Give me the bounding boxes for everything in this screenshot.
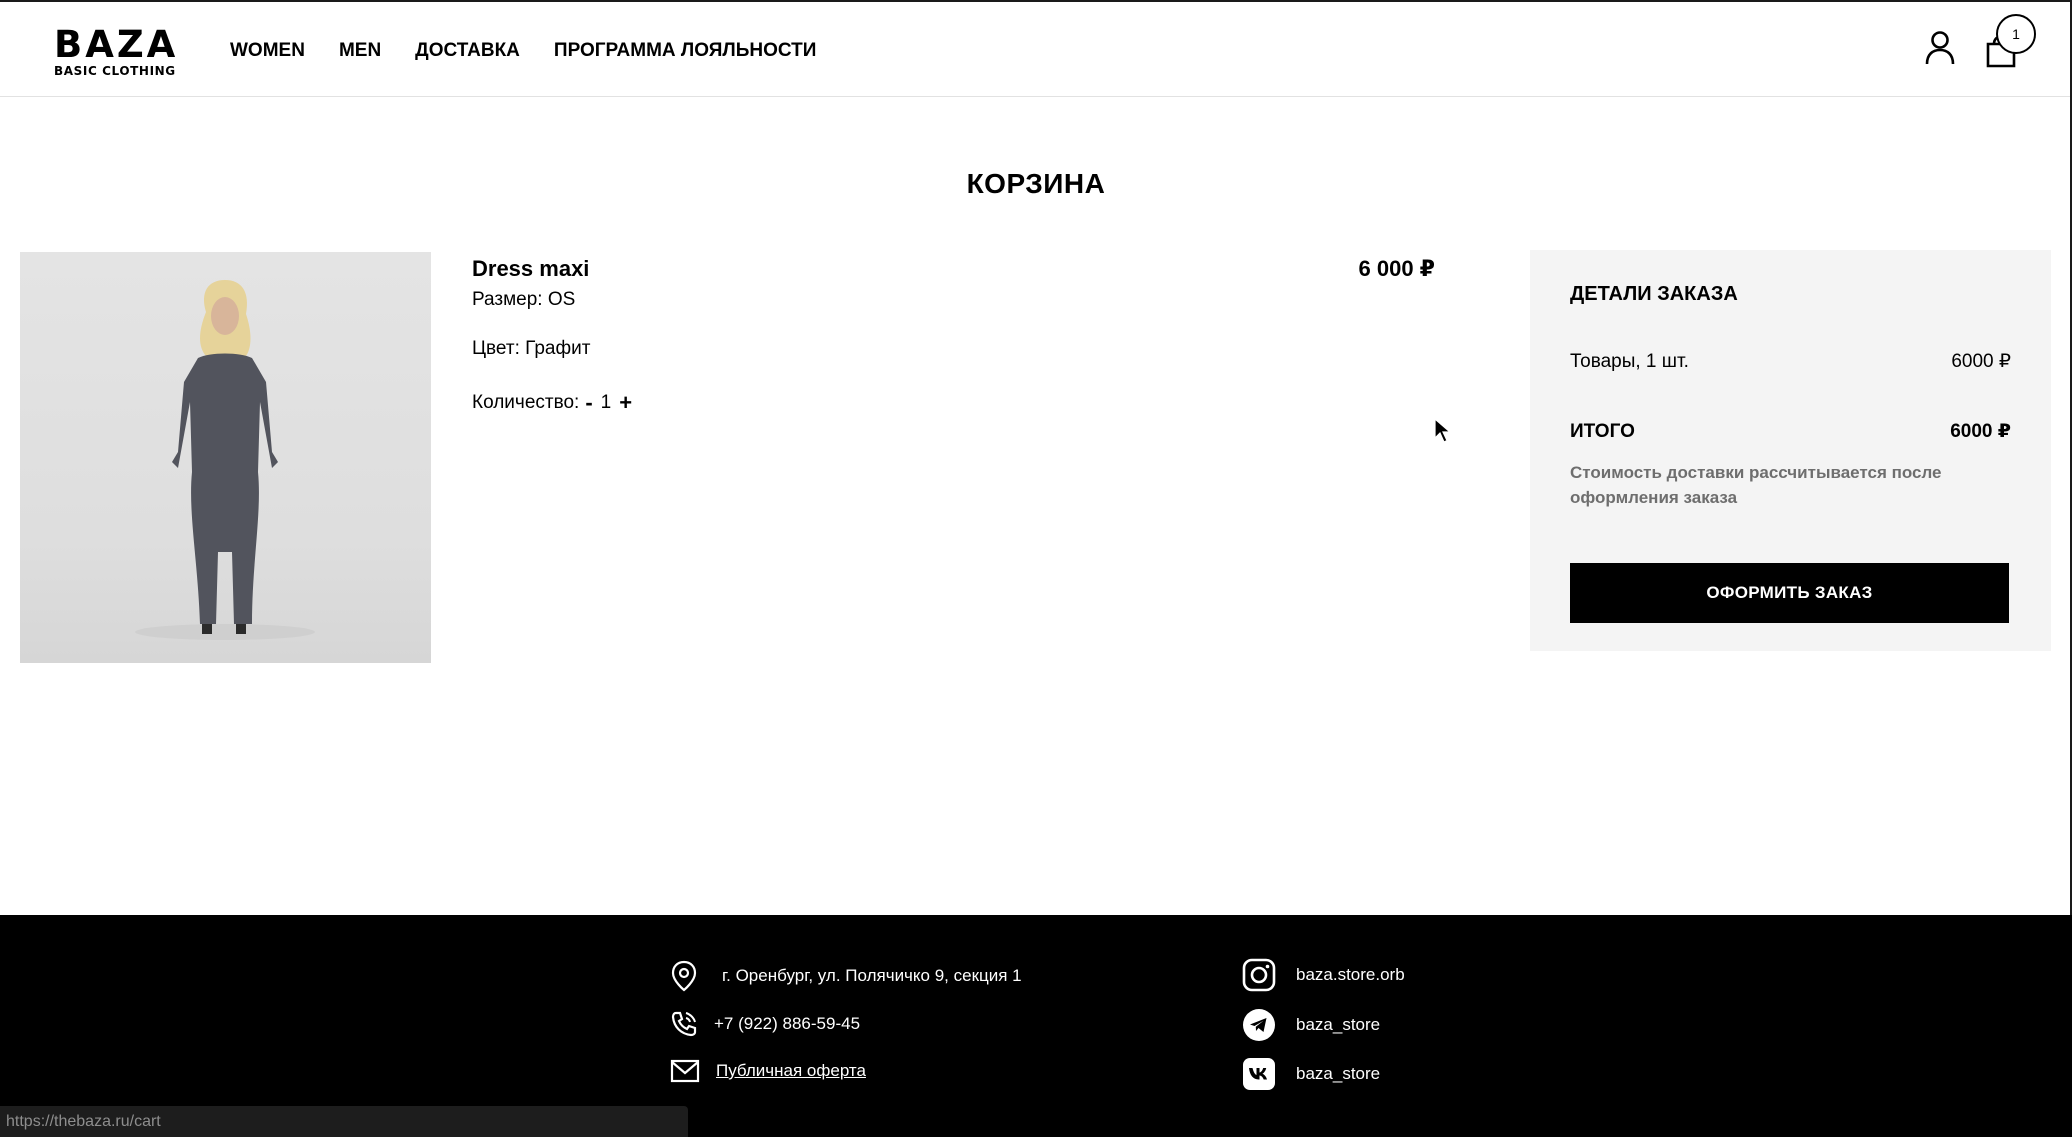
quantity-value: 1: [600, 392, 612, 413]
address-text: г. Оренбург, ул. Полячичко 9, секция 1: [722, 966, 1022, 985]
delivery-cost-note: Стоимость доставки рассчитывается после …: [1570, 463, 1942, 507]
mail-icon: [670, 1059, 700, 1083]
user-icon: [1925, 31, 1955, 65]
footer-phone[interactable]: +7 (922) 886-59-45: [670, 1010, 860, 1038]
site-header: BAZA BASIC CLOTHING WOMEN MEN ДОСТАВКА П…: [0, 2, 2070, 97]
product-name[interactable]: Dress maxi: [472, 256, 589, 282]
quantity-label: Количество:: [472, 392, 580, 413]
quantity-increment-button[interactable]: +: [613, 391, 638, 415]
phone-icon: [671, 1011, 697, 1037]
product-image[interactable]: [20, 252, 431, 663]
brand-logo[interactable]: BAZA BASIC CLOTHING: [54, 26, 178, 78]
order-summary: ДЕТАЛИ ЗАКАЗА Товары, 1 шт. 6000 ₽ ИТОГО…: [1530, 250, 2051, 651]
instagram-handle: baza.store.orb: [1296, 965, 1405, 984]
telegram-icon: [1243, 1009, 1275, 1041]
nav-item-men[interactable]: MEN: [339, 40, 381, 62]
product-size: Размер: OS: [472, 289, 576, 310]
nav-item-loyalty[interactable]: ПРОГРАММА ЛОЯЛЬНОСТИ: [554, 40, 817, 62]
main-nav: WOMEN MEN ДОСТАВКА ПРОГРАММА ЛОЯЛЬНОСТИ: [230, 40, 816, 62]
brand-name: BAZA: [54, 23, 179, 66]
vk-handle: baza_store: [1296, 1064, 1381, 1083]
quantity-stepper: Количество: - 1 +: [472, 391, 638, 415]
mouse-cursor-icon: [1434, 418, 1452, 443]
telegram-handle: baza_store: [1296, 1015, 1381, 1034]
footer-telegram[interactable]: baza_store: [1242, 1008, 1380, 1042]
nav-item-delivery[interactable]: ДОСТАВКА: [415, 40, 520, 62]
quantity-decrement-button[interactable]: -: [579, 391, 598, 415]
vk-icon: [1243, 1058, 1275, 1090]
checkout-button[interactable]: ОФОРМИТЬ ЗАКАЗ: [1570, 563, 2009, 623]
account-button[interactable]: [1924, 30, 1956, 66]
footer-offer[interactable]: Публичная оферта: [670, 1059, 866, 1083]
brand-tagline: BASIC CLOTHING: [54, 64, 176, 78]
cart-count-badge: 1: [1996, 14, 2036, 54]
page-title: КОРЗИНА: [966, 168, 1106, 199]
footer-instagram[interactable]: baza.store.orb: [1242, 958, 1405, 992]
product-color: Цвет: Графит: [472, 338, 591, 359]
dress-photo-illustration: [135, 280, 315, 640]
instagram-icon: [1242, 958, 1276, 992]
goods-count-label: Товары, 1 шт.: [1570, 351, 1689, 372]
product-price: 6 000 ₽: [1358, 256, 1435, 281]
site-footer: г. Оренбург, ул. Полячичко 9, секция 1 +…: [0, 915, 2072, 1137]
nav-item-women[interactable]: WOMEN: [230, 40, 305, 62]
footer-address: г. Оренбург, ул. Полячичко 9, секция 1: [670, 960, 1022, 992]
public-offer-link[interactable]: Публичная оферта: [716, 1060, 866, 1082]
goods-total-value: 6000 ₽: [1951, 351, 2011, 372]
summary-title: ДЕТАЛИ ЗАКАЗА: [1570, 283, 1738, 305]
location-icon: [671, 960, 697, 992]
status-bar-url: https://thebaza.ru/cart: [0, 1106, 688, 1137]
footer-vk[interactable]: baza_store: [1242, 1057, 1380, 1091]
order-total-label: ИТОГО: [1570, 421, 1635, 442]
phone-text: +7 (922) 886-59-45: [714, 1014, 861, 1033]
order-total-value: 6000 ₽: [1950, 421, 2011, 442]
